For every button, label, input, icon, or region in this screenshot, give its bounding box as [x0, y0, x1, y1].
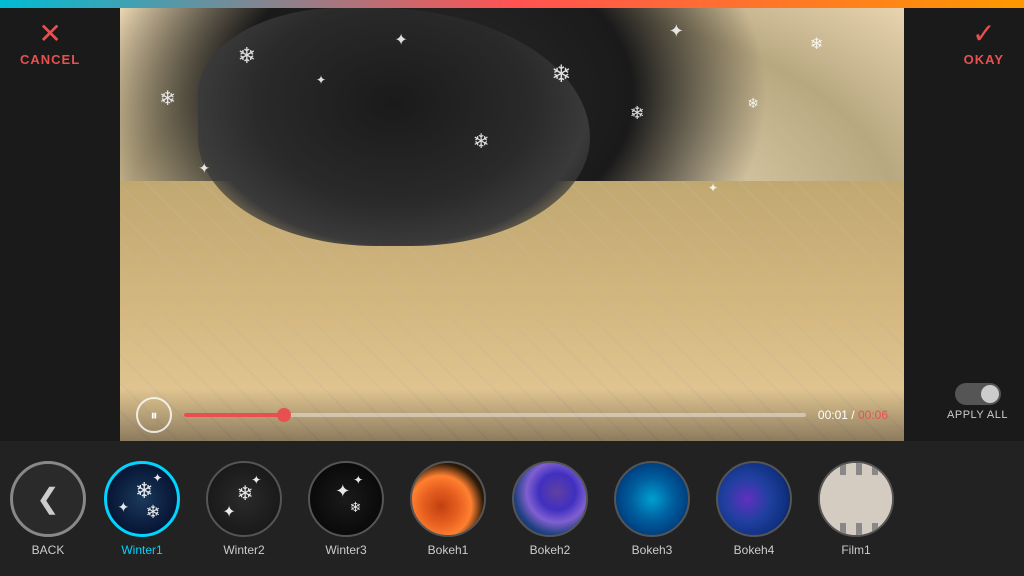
video-area: ❄ ✦ ❄ ✦ ❄ ✦ ❄ ❄ ✦ ❄ ✦ ❄ ⏸ 00:01 / 00:06 [120, 8, 904, 441]
filter-bokeh3-label: Bokeh3 [632, 543, 673, 557]
okay-label: OKAY [964, 52, 1004, 67]
video-frame: ❄ ✦ ❄ ✦ ❄ ✦ ❄ ❄ ✦ ❄ ✦ ❄ [120, 8, 904, 441]
apply-all-toggle[interactable] [955, 383, 1001, 405]
film-holes-top [820, 463, 892, 475]
filter-winter2-label: Winter2 [223, 543, 264, 557]
back-button[interactable]: ❮ BACK [8, 461, 88, 557]
okay-icon: ✓ [972, 20, 995, 48]
cancel-label: CANCEL [20, 52, 80, 67]
filter-bokeh1-label: Bokeh1 [428, 543, 469, 557]
time-total: 00:06 [858, 408, 888, 422]
progress-thumb[interactable] [277, 408, 291, 422]
filter-winter3-label: Winter3 [325, 543, 366, 557]
filter-bokeh2-label: Bokeh2 [530, 543, 571, 557]
filter-winter1-circle: ❄ ✦ ❄ ✦ [104, 461, 180, 537]
filter-bokeh1-circle [410, 461, 486, 537]
filter-winter2[interactable]: ❄ ✦ ✦ Winter2 [196, 461, 292, 557]
filter-bokeh3-circle [614, 461, 690, 537]
play-controls: ⏸ 00:01 / 00:06 [120, 389, 904, 441]
filter-bokeh4[interactable]: Bokeh4 [706, 461, 802, 557]
film-holes-bottom [820, 523, 892, 535]
pause-button[interactable]: ⏸ [136, 397, 172, 433]
filter-bokeh1[interactable]: Bokeh1 [400, 461, 496, 557]
filter-film1-label: Film1 [841, 543, 870, 557]
cancel-button[interactable]: ✕ CANCEL [20, 20, 80, 67]
filter-winter3-circle: ✦ ❄ ✦ [308, 461, 384, 537]
filter-winter1-label: Winter1 [121, 543, 162, 557]
back-circle: ❮ [10, 461, 86, 537]
filter-bokeh2[interactable]: Bokeh2 [502, 461, 598, 557]
filter-bokeh3[interactable]: Bokeh3 [604, 461, 700, 557]
time-current: 00:01 [818, 408, 848, 422]
cancel-icon: ✕ [38, 20, 61, 48]
pause-icon: ⏸ [151, 407, 158, 424]
filter-bokeh4-label: Bokeh4 [734, 543, 775, 557]
apply-all-label: APPLY ALL [947, 409, 1008, 421]
filter-film1-circle [818, 461, 894, 537]
filter-winter1[interactable]: ❄ ✦ ❄ ✦ Winter1 [94, 461, 190, 557]
toggle-knob [981, 385, 999, 403]
top-color-bar [0, 0, 1024, 8]
time-separator: / [848, 408, 858, 422]
filter-bokeh4-circle [716, 461, 792, 537]
back-label: BACK [32, 543, 65, 557]
filter-winter2-circle: ❄ ✦ ✦ [206, 461, 282, 537]
apply-all-section: APPLY ALL [947, 383, 1008, 421]
dog-silhouette [198, 8, 590, 246]
filter-bokeh2-circle [512, 461, 588, 537]
back-chevron-icon: ❮ [36, 482, 59, 515]
filter-bar: ❮ BACK ❄ ✦ ❄ ✦ Winter1 ❄ ✦ ✦ Winter2 ✦ ❄… [0, 441, 1024, 576]
okay-button[interactable]: ✓ OKAY [964, 20, 1004, 67]
filter-winter3[interactable]: ✦ ❄ ✦ Winter3 [298, 461, 394, 557]
progress-fill [184, 413, 284, 417]
progress-bar[interactable] [184, 413, 806, 417]
filter-film1[interactable]: Film1 [808, 461, 904, 557]
film-strip [820, 463, 892, 535]
time-display: 00:01 / 00:06 [818, 408, 888, 422]
